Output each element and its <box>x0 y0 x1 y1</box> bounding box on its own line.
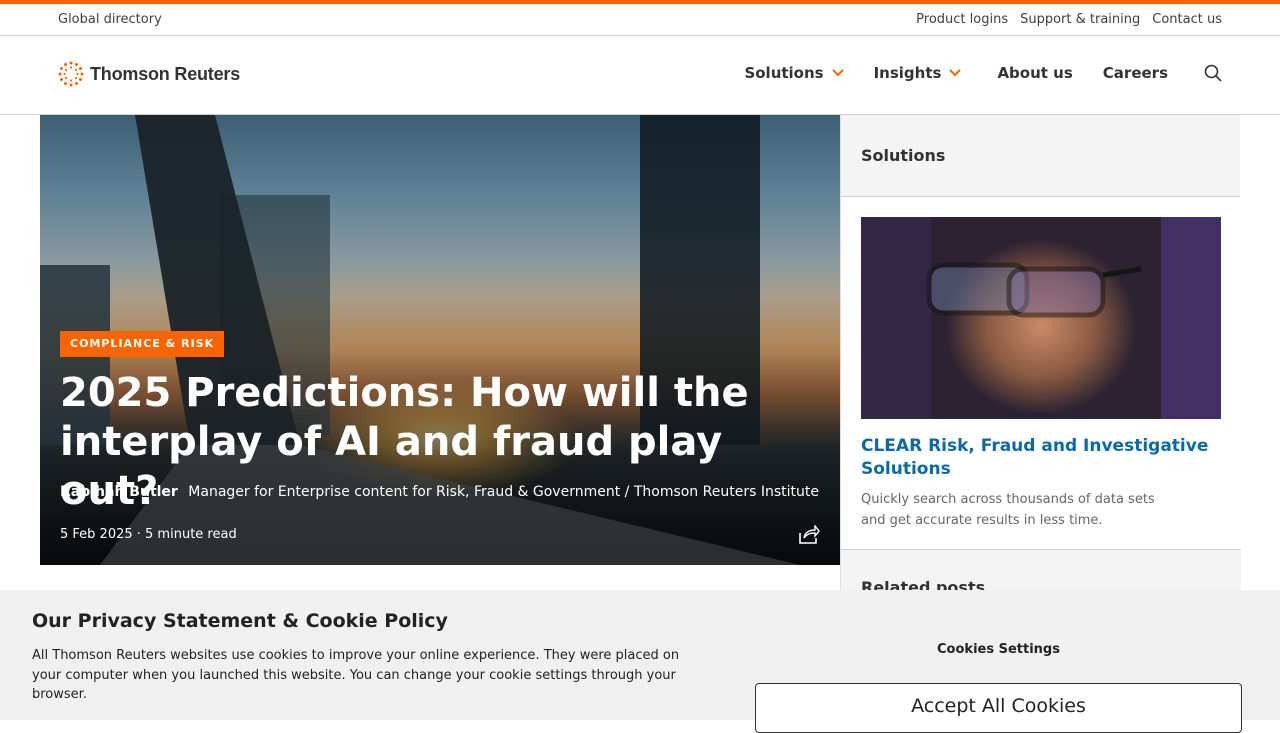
nav-careers[interactable]: Careers <box>1103 64 1168 82</box>
chevron-down-icon <box>831 69 844 77</box>
nav-careers-label: Careers <box>1102 64 1168 82</box>
cookie-banner: Our Privacy Statement & Cookie Policy Al… <box>0 590 1280 733</box>
nav-about-us[interactable]: About us <box>997 64 1072 82</box>
solution-image <box>861 217 1221 419</box>
sidebar: Solutions CLEAR Risk, Fraud and Investig… <box>840 115 1241 610</box>
nav-insights-label: Insights <box>873 64 942 82</box>
nav-solutions[interactable]: Solutions <box>744 64 844 82</box>
utility-bar: Global directory Product logins Support … <box>0 4 1280 36</box>
brand-name: Thomson Reuters <box>90 63 241 84</box>
utility-links: Product logins Support & training Contac… <box>916 12 1222 27</box>
cookie-text: All Thomson Reuters websites use cookies… <box>32 648 680 702</box>
solution-card[interactable]: CLEAR Risk, Fraud and Investigative Solu… <box>861 217 1221 531</box>
chevron-down-icon <box>949 69 962 77</box>
share-icon[interactable] <box>798 525 820 545</box>
cookies-settings-button[interactable]: Cookies Settings <box>755 642 1242 657</box>
global-directory-link[interactable]: Global directory <box>58 12 162 27</box>
sidebar-heading: Solutions <box>841 115 1240 197</box>
author-role: Manager for Enterprise content for Risk,… <box>188 484 819 500</box>
contact-us-link[interactable]: Contact us <box>1152 12 1222 27</box>
cookie-title: Our Privacy Statement & Cookie Policy <box>32 610 448 632</box>
logo-dots-icon <box>58 61 84 87</box>
category-tag[interactable]: COMPLIANCE & RISK <box>60 331 225 357</box>
brand-logo[interactable]: Thomson Reuters <box>58 61 240 87</box>
article-meta: 5 Feb 2025 · 5 minute read <box>60 527 237 542</box>
support-training-link[interactable]: Support & training <box>1020 12 1140 27</box>
byline: Rabihah Butler Manager for Enterprise co… <box>60 484 819 500</box>
nav-insights[interactable]: Insights <box>874 64 962 82</box>
accept-all-cookies-button[interactable]: Accept All Cookies <box>755 683 1242 733</box>
nav-solutions-label: Solutions <box>744 64 824 82</box>
search-icon[interactable] <box>1204 64 1222 82</box>
nav-about-label: About us <box>997 64 1073 82</box>
solution-link[interactable]: CLEAR Risk, Fraud and Investigative Solu… <box>861 435 1221 481</box>
nav-menu: Solutions Insights About us Careers <box>744 64 1222 82</box>
main-nav: Thomson Reuters Solutions Insights About… <box>0 36 1280 115</box>
author-name[interactable]: Rabihah Butler <box>60 484 178 500</box>
solution-description: Quickly search across thousands of data … <box>861 492 1155 528</box>
hero-banner: COMPLIANCE & RISK 2025 Predictions: How … <box>40 115 840 565</box>
glasses-graphic <box>861 217 1221 419</box>
product-logins-link[interactable]: Product logins <box>916 12 1008 27</box>
